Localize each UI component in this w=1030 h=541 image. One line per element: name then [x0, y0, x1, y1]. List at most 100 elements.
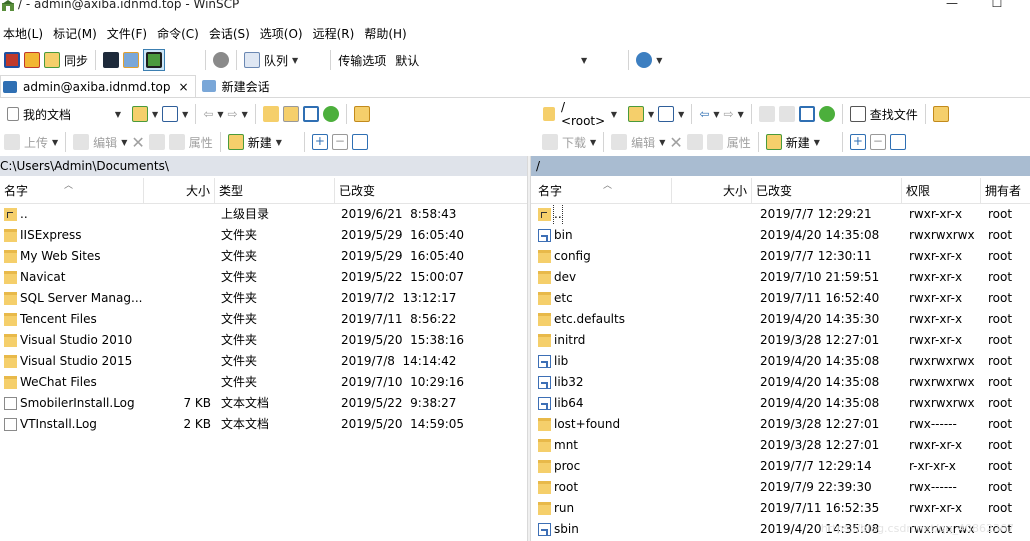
- left-forward-button[interactable]: ⇨ ▼: [226, 103, 250, 125]
- table-row[interactable]: SQL Server Manag... 文件夹 2019/7/2 13:12:17: [0, 288, 527, 309]
- left-properties-button[interactable]: 属性: [167, 131, 215, 153]
- left-refresh-button[interactable]: [321, 103, 341, 125]
- right-properties-button[interactable]: 属性: [705, 131, 753, 153]
- left-parent-dir-button[interactable]: [261, 103, 281, 125]
- left-new-button[interactable]: 新建 ▼: [226, 131, 284, 153]
- menu-commands[interactable]: 命令(C): [157, 25, 199, 42]
- left-col-size[interactable]: 大小: [144, 178, 215, 204]
- table-row[interactable]: IISExpress 文件夹 2019/5/29 16:05:40: [0, 225, 527, 246]
- left-filter-button[interactable]: ▼: [160, 103, 190, 125]
- table-row[interactable]: dev 2019/7/10 21:59:51 rwxr-xr-x root: [531, 267, 1030, 288]
- right-back-button[interactable]: ⇦ ▼: [697, 103, 721, 125]
- left-deselect-button[interactable]: −: [330, 131, 350, 153]
- left-rename-button[interactable]: [147, 131, 167, 153]
- right-delete-button[interactable]: ✕: [667, 131, 684, 153]
- left-home-button[interactable]: [301, 103, 321, 125]
- table-row[interactable]: Tencent Files 文件夹 2019/7/11 8:56:22: [0, 309, 527, 330]
- left-edit-button[interactable]: 编辑 ▼: [71, 131, 129, 153]
- right-col-name[interactable]: 名字: [531, 178, 672, 204]
- right-home-button[interactable]: [797, 103, 817, 125]
- menu-local[interactable]: 本地(L): [3, 25, 43, 42]
- menu-file[interactable]: 文件(F): [107, 25, 147, 42]
- download-button[interactable]: 下载 ▼: [540, 131, 598, 153]
- find-files-button[interactable]: 查找文件: [848, 103, 920, 125]
- queue-button[interactable]: 队列 ▼: [242, 49, 300, 71]
- right-open-folder-button[interactable]: ▼: [626, 103, 656, 125]
- right-root-dir-button[interactable]: [777, 103, 797, 125]
- right-select-all-button[interactable]: +: [848, 131, 868, 153]
- right-col-modified[interactable]: 已改变: [752, 178, 902, 204]
- settings-button[interactable]: [211, 49, 231, 71]
- right-col-permissions[interactable]: 权限: [902, 178, 981, 204]
- synchronize-browsing-button[interactable]: [22, 49, 42, 71]
- right-path-bar[interactable]: /: [531, 156, 1030, 176]
- table-row[interactable]: lib 2019/4/20 14:35:08 rwxrwxrwx root: [531, 351, 1030, 372]
- table-row[interactable]: initrd 2019/3/28 12:27:01 rwxr-xr-x root: [531, 330, 1030, 351]
- table-row[interactable]: .. 2019/7/7 12:29:21 rwxr-xr-x root: [531, 204, 1030, 225]
- left-col-type[interactable]: 类型: [215, 178, 335, 204]
- left-back-button[interactable]: ⇦ ▼: [201, 103, 225, 125]
- right-location-dropdown[interactable]: / <root> ▼: [540, 100, 622, 128]
- menu-mark[interactable]: 标记(M): [53, 25, 97, 42]
- table-row[interactable]: VTInstall.Log 2 KB 文本文档 2019/5/20 14:59:05: [0, 414, 527, 435]
- left-select-all-button[interactable]: +: [310, 131, 330, 153]
- table-row[interactable]: run 2019/7/11 16:52:35 rwxr-xr-x root: [531, 498, 1030, 519]
- table-row[interactable]: root 2019/7/9 22:39:30 rwx------ root: [531, 477, 1030, 498]
- left-tree-button[interactable]: [352, 103, 372, 125]
- right-col-owner[interactable]: 拥有者: [981, 178, 1030, 204]
- table-row[interactable]: etc 2019/7/11 16:52:40 rwxr-xr-x root: [531, 288, 1030, 309]
- right-refresh-button[interactable]: [817, 103, 837, 125]
- preferences-button[interactable]: [143, 49, 166, 71]
- table-row[interactable]: lib64 2019/4/20 14:35:08 rwxrwxrwx root: [531, 393, 1030, 414]
- site-button[interactable]: ▼: [634, 49, 664, 71]
- left-file-list[interactable]: 名字 大小 类型 已改变 ︿ .. 上级目录 2019/6/21 8:58:43 II…: [0, 178, 527, 541]
- maximize-button[interactable]: ☐: [987, 0, 1007, 12]
- left-location-dropdown[interactable]: 我的文档 ▼: [2, 103, 126, 125]
- table-row[interactable]: mnt 2019/3/28 12:27:01 rwxr-xr-x root: [531, 435, 1030, 456]
- upload-button[interactable]: 上传 ▼: [2, 131, 60, 153]
- table-row[interactable]: Visual Studio 2015 文件夹 2019/7/8 14:14:42: [0, 351, 527, 372]
- tab-new-session[interactable]: 新建会话: [200, 75, 276, 97]
- table-row[interactable]: WeChat Files 文件夹 2019/7/10 10:29:16: [0, 372, 527, 393]
- tab-session[interactable]: admin@axiba.idnmd.top ×: [0, 75, 196, 97]
- right-forward-button[interactable]: ⇨ ▼: [722, 103, 746, 125]
- table-row[interactable]: proc 2019/7/7 12:29:14 r-xr-xr-x root: [531, 456, 1030, 477]
- left-filter-select-button[interactable]: [350, 131, 370, 153]
- right-parent-dir-button[interactable]: [757, 103, 777, 125]
- synchronize-button[interactable]: 同步: [42, 49, 90, 71]
- table-row[interactable]: lost+found 2019/3/28 12:27:01 rwx------ roo…: [531, 414, 1030, 435]
- right-col-size[interactable]: 大小: [672, 178, 752, 204]
- table-row[interactable]: SmobilerInstall.Log 7 KB 文本文档 2019/5/22 9:3…: [0, 393, 527, 414]
- menu-options[interactable]: 选项(O): [260, 25, 303, 42]
- right-filter-button[interactable]: ▼: [656, 103, 686, 125]
- left-path-bar[interactable]: C:\Users\Admin\Documents\: [0, 156, 527, 176]
- right-filter-select-button[interactable]: [888, 131, 908, 153]
- right-rename-button[interactable]: [685, 131, 705, 153]
- table-row[interactable]: Navicat 文件夹 2019/5/22 15:00:07: [0, 267, 527, 288]
- right-edit-button[interactable]: 编辑 ▼: [609, 131, 667, 153]
- right-deselect-button[interactable]: −: [868, 131, 888, 153]
- transfer-settings-dropdown[interactable]: 默认 ▼: [390, 49, 593, 71]
- minimize-button[interactable]: —: [942, 0, 962, 12]
- compare-directories-button[interactable]: [2, 49, 22, 71]
- table-row[interactable]: My Web Sites 文件夹 2019/5/29 16:05:40: [0, 246, 527, 267]
- left-col-modified[interactable]: 已改变: [335, 178, 527, 204]
- right-tree-button[interactable]: [931, 103, 951, 125]
- table-row[interactable]: Visual Studio 2010 文件夹 2019/5/20 15:38:16: [0, 330, 527, 351]
- table-row[interactable]: lib32 2019/4/20 14:35:08 rwxrwxrwx root: [531, 372, 1030, 393]
- table-row[interactable]: .. 上级目录 2019/6/21 8:58:43: [0, 204, 527, 225]
- menu-help[interactable]: 帮助(H): [364, 25, 406, 42]
- right-file-list[interactable]: 名字 大小 已改变 权限 拥有者 ︿ .. 2019/7/7 12:29:21 rw…: [531, 178, 1030, 541]
- left-delete-button[interactable]: ✕: [129, 131, 146, 153]
- putty-button[interactable]: [121, 49, 141, 71]
- left-open-folder-button[interactable]: ▼: [130, 103, 160, 125]
- left-root-dir-button[interactable]: [281, 103, 301, 125]
- terminal-button[interactable]: [101, 49, 121, 71]
- table-row[interactable]: config 2019/7/7 12:30:11 rwxr-xr-x root: [531, 246, 1030, 267]
- close-icon[interactable]: ×: [179, 80, 189, 94]
- right-new-button[interactable]: 新建 ▼: [764, 131, 822, 153]
- table-row[interactable]: bin 2019/4/20 14:35:08 rwxrwxrwx root: [531, 225, 1030, 246]
- menu-remote[interactable]: 远程(R): [313, 25, 355, 42]
- table-row[interactable]: etc.defaults 2019/4/20 14:35:30 rwxr-xr-x r…: [531, 309, 1030, 330]
- menu-session[interactable]: 会话(S): [209, 25, 250, 42]
